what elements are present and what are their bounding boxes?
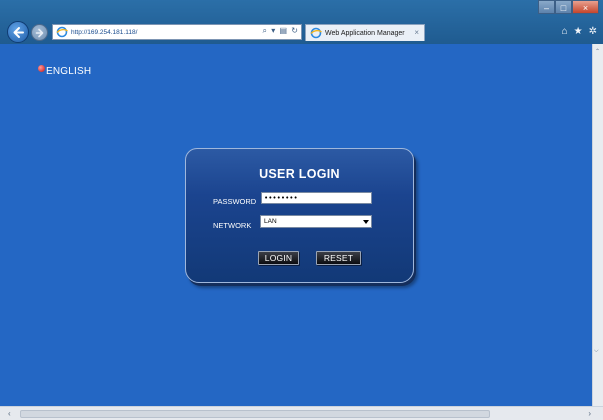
window-controls: – □ ×: [538, 0, 599, 16]
refresh-icon[interactable]: ↻: [291, 26, 298, 35]
scroll-down-icon[interactable]: ⌵: [594, 348, 599, 355]
maximize-button[interactable]: □: [555, 0, 572, 14]
star-icon[interactable]: ★: [574, 26, 583, 38]
login-panel: USER LOGIN PASSWORD •••••••• NETWORK LAN…: [185, 148, 414, 283]
vertical-scrollbar[interactable]: ⌃ ⌵: [592, 44, 603, 406]
tab-title: Web Application Manager: [325, 29, 405, 37]
network-label: NETWORK: [213, 221, 252, 230]
horizontal-scrollbar[interactable]: ‹ ›: [0, 406, 603, 420]
compat-view-icon[interactable]: ▤: [280, 26, 288, 35]
password-field[interactable]: ••••••••: [261, 192, 372, 204]
tab-close-icon[interactable]: ×: [414, 28, 419, 37]
language-label[interactable]: ENGLISH: [46, 66, 91, 77]
address-url: http://169.254.181.118/: [71, 28, 138, 36]
login-button[interactable]: LOGIN: [258, 251, 299, 265]
network-select[interactable]: LAN: [260, 215, 372, 228]
browser-chrome: – □ × http://169.254.181.118/ ⌕ ▾ ▤ ↻ We…: [0, 0, 603, 44]
reset-button[interactable]: RESET: [316, 251, 361, 265]
ie-site-icon: [56, 26, 68, 38]
scroll-right-icon[interactable]: ›: [588, 409, 591, 418]
language-selector[interactable]: ENGLISH: [38, 65, 91, 77]
scroll-thumb[interactable]: [20, 410, 490, 418]
close-window-button[interactable]: ×: [572, 0, 599, 14]
gear-icon[interactable]: ✲: [589, 26, 597, 38]
browser-toolbar: ⌂ ★ ✲: [562, 26, 597, 38]
chevron-down-icon[interactable]: [361, 216, 371, 227]
scroll-up-icon[interactable]: ⌃: [595, 48, 600, 55]
back-button[interactable]: [7, 21, 29, 43]
network-selected-value: LAN: [264, 218, 277, 225]
home-icon[interactable]: ⌂: [562, 26, 568, 38]
address-tools: ⌕ ▾ ▤ ↻: [261, 26, 298, 36]
dropdown-icon[interactable]: ▾: [271, 26, 275, 35]
minimize-button[interactable]: –: [538, 0, 555, 14]
page-content: ENGLISH USER LOGIN PASSWORD •••••••• NET…: [0, 44, 592, 406]
search-icon[interactable]: ⌕: [263, 26, 267, 35]
ie-tab-icon: [310, 27, 322, 39]
address-bar[interactable]: http://169.254.181.118/ ⌕ ▾ ▤ ↻: [52, 24, 302, 40]
login-title: USER LOGIN: [259, 167, 340, 181]
password-label: PASSWORD: [213, 197, 257, 206]
language-bullet-icon: [38, 65, 45, 72]
back-arrow-icon: [13, 27, 24, 38]
browser-tab[interactable]: Web Application Manager ×: [305, 24, 425, 41]
scroll-left-icon[interactable]: ‹: [8, 409, 11, 418]
forward-button[interactable]: [31, 24, 48, 41]
forward-arrow-icon: [35, 28, 44, 38]
